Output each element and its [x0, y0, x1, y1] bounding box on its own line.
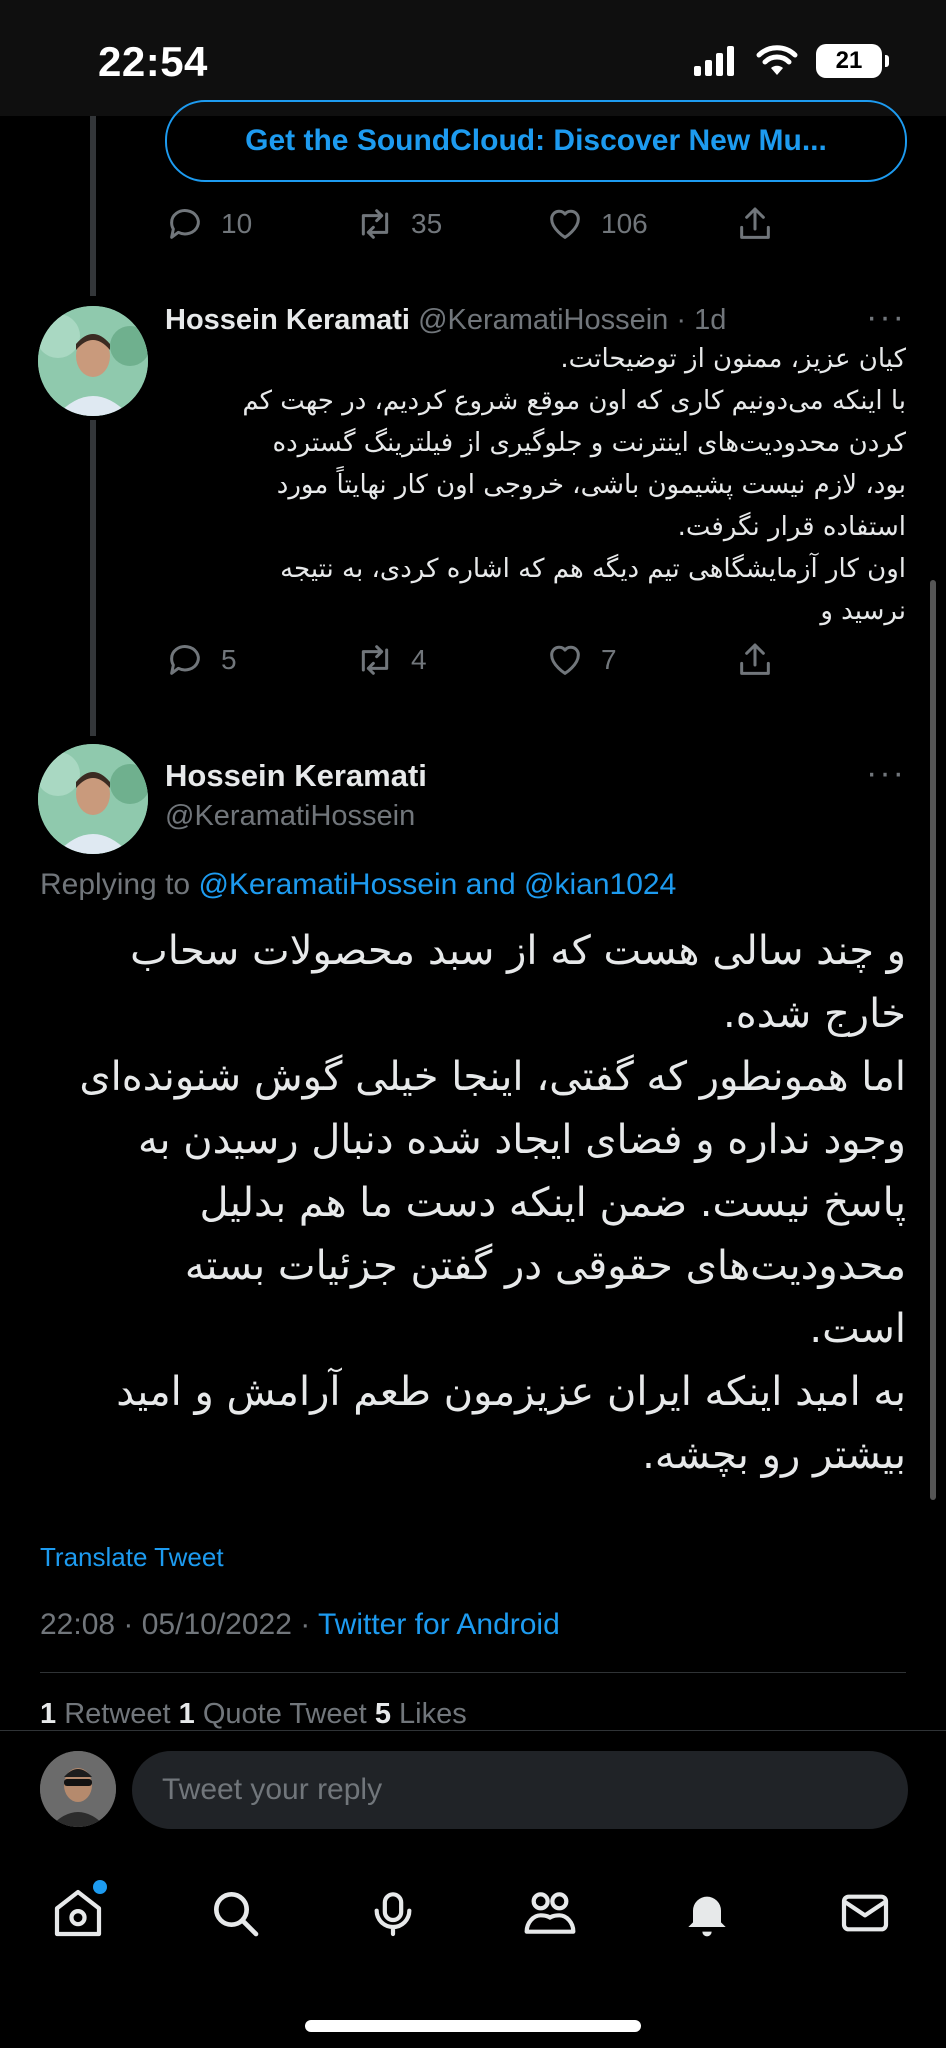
reply-icon — [170, 645, 200, 675]
status-bar: 22:54 21 — [0, 0, 946, 116]
author-avatar[interactable] — [38, 744, 148, 854]
tweet-line: اون کار آزمایشگاهی تیم دیگه هم که اشاره … — [280, 554, 906, 584]
replying-to: Replying to @KeramatiHossein and @kian10… — [40, 868, 676, 902]
tweet-line: کیان عزیز، ممنون از توضیحاتت. — [560, 344, 906, 374]
replying-prefix: Replying to — [40, 868, 199, 901]
thread-line-middle — [90, 420, 96, 736]
tweet-source-link[interactable]: Twitter for Android — [318, 1608, 560, 1641]
author-name[interactable]: Hossein Keramati — [165, 758, 427, 794]
author-avatar[interactable] — [38, 306, 148, 416]
notifications-icon — [688, 1896, 726, 1937]
nav-search[interactable] — [200, 1878, 270, 1948]
retweet-icon — [361, 645, 389, 675]
tweet-line: اما همونطور که گفتی، اینجا خیلی گوش شنون… — [79, 1054, 906, 1100]
reply-input[interactable] — [132, 1751, 908, 1829]
quote-stat-label: Quote Tweet — [194, 1698, 375, 1730]
share-button[interactable] — [735, 204, 775, 244]
reply-tweet-text: کیان عزیز، ممنون از توضیحاتت. با اینکه م… — [150, 338, 906, 632]
share-button[interactable] — [735, 640, 775, 680]
cellular-signal-icon — [694, 46, 734, 76]
nav-notifications[interactable] — [672, 1878, 742, 1948]
tweet-actions: 10 35 106 — [165, 204, 785, 254]
tweet-stats: 1 Retweet 1 Quote Tweet 5 Likes — [40, 1698, 467, 1731]
translate-tweet-link[interactable]: Translate Tweet — [40, 1542, 224, 1573]
author-handle[interactable]: @KeramatiHossein — [165, 800, 415, 833]
tweet-line: محدودیت‌های حقوقی در گفتن جزئیات بسته — [184, 1243, 906, 1289]
likes-stat-count: 5 — [374, 1698, 391, 1730]
nav-communities[interactable] — [515, 1878, 585, 1948]
likes-stat[interactable]: 5 Likes — [375, 1698, 467, 1730]
home-indicator — [305, 2020, 641, 2032]
tweet-line: با اینکه می‌دونیم کاری که اون موقع شروع … — [242, 386, 906, 416]
retweet-button[interactable]: 35 — [355, 204, 442, 244]
soundcloud-link-card[interactable]: Get the SoundCloud: Discover New Mu... — [165, 100, 907, 182]
tweet-line: به امید اینکه ایران عزیزمون طعم آرامش و … — [116, 1369, 906, 1415]
reply-tweet-header: Hossein Keramati @KeramatiHossein · 1d — [165, 304, 726, 337]
reply-count: 10 — [221, 208, 253, 239]
reply-icon — [170, 209, 200, 239]
nav-messages[interactable] — [830, 1878, 900, 1948]
share-icon — [740, 207, 770, 239]
like-button[interactable]: 7 — [545, 640, 617, 680]
tweet-line: پاسخ نیست. ضمن اینکه دست ما هم بدلیل — [199, 1180, 906, 1226]
author-name[interactable]: Hossein Keramati — [165, 304, 410, 336]
author-handle-time: @KeramatiHossein · 1d — [418, 304, 727, 336]
wifi-icon — [756, 45, 798, 75]
avatar-image — [38, 744, 148, 854]
scrollbar[interactable] — [930, 580, 936, 1500]
nav-home[interactable] — [43, 1878, 113, 1948]
retweet-button[interactable]: 4 — [355, 640, 427, 680]
thread-line-top — [90, 116, 96, 296]
divider — [40, 1672, 906, 1673]
likes-stat-label: Likes — [390, 1698, 467, 1730]
tweet-line: بود، لازم نیست پشیمون باشی، خروجی اون کا… — [276, 470, 906, 500]
more-options-button[interactable]: ··· — [866, 754, 906, 793]
nav-spaces[interactable] — [358, 1878, 428, 1948]
tweet-line: بیشتر رو بچشه. — [642, 1432, 906, 1478]
quote-stat-count: 1 — [178, 1698, 195, 1730]
reply-button[interactable]: 5 — [165, 640, 237, 680]
replying-to-users[interactable]: @KeramatiHossein and @kian1024 — [198, 868, 676, 901]
communities-icon — [524, 1892, 576, 1934]
tweet-actions: 5 4 7 — [165, 640, 785, 690]
retweet-count: 35 — [411, 208, 443, 239]
avatar-image — [38, 306, 148, 416]
like-button[interactable]: 106 — [545, 204, 648, 244]
retweet-count: 4 — [411, 644, 427, 675]
search-icon — [214, 1892, 259, 1937]
main-tweet-text: و چند سالی هست که از سبد محصولات سحاب خا… — [40, 920, 906, 1487]
retweet-stat-count: 1 — [40, 1698, 57, 1730]
tweet-line: و چند سالی هست که از سبد محصولات سحاب — [130, 928, 906, 974]
tweet-line: است. — [809, 1306, 906, 1352]
retweet-icon — [361, 209, 389, 239]
like-count: 106 — [601, 208, 648, 239]
tweet-line: خارج شده. — [723, 991, 906, 1037]
tweet-line: نرسید و — [820, 596, 906, 626]
user-avatar-image — [40, 1751, 116, 1827]
heart-icon — [550, 209, 580, 239]
reply-count: 5 — [221, 644, 237, 675]
reply-button[interactable]: 10 — [165, 204, 252, 244]
spaces-icon — [374, 1892, 412, 1937]
tweet-line: کردن محدودیت‌های اینترنت و جلوگیری از فی… — [272, 428, 906, 458]
home-notification-dot — [93, 1880, 107, 1894]
status-icons: 21 — [694, 44, 889, 78]
share-icon — [740, 643, 770, 675]
tweet-metadata: 22:08 · 05/10/2022 · Twitter for Android — [40, 1608, 560, 1642]
more-options-button[interactable]: ··· — [866, 298, 906, 337]
reply-composer — [0, 1730, 946, 1848]
retweet-stat-label: Retweet — [56, 1698, 179, 1730]
status-time: 22:54 — [98, 38, 208, 85]
tweet-line: وجود نداره و فضای ایجاد شده دنبال رسیدن … — [137, 1117, 906, 1163]
bottom-navigation — [0, 1848, 946, 2048]
retweet-stat[interactable]: 1 Retweet — [40, 1698, 179, 1730]
user-avatar[interactable] — [40, 1751, 116, 1827]
tweet-timestamp: 22:08 · 05/10/2022 · — [40, 1608, 318, 1641]
quote-stat[interactable]: 1 Quote Tweet — [179, 1698, 375, 1730]
heart-icon — [550, 645, 580, 675]
messages-icon — [841, 1894, 889, 1932]
like-count: 7 — [601, 644, 617, 675]
tweet-line: استفاده قرار نگرفت. — [677, 512, 906, 542]
battery-indicator: 21 — [816, 44, 889, 78]
